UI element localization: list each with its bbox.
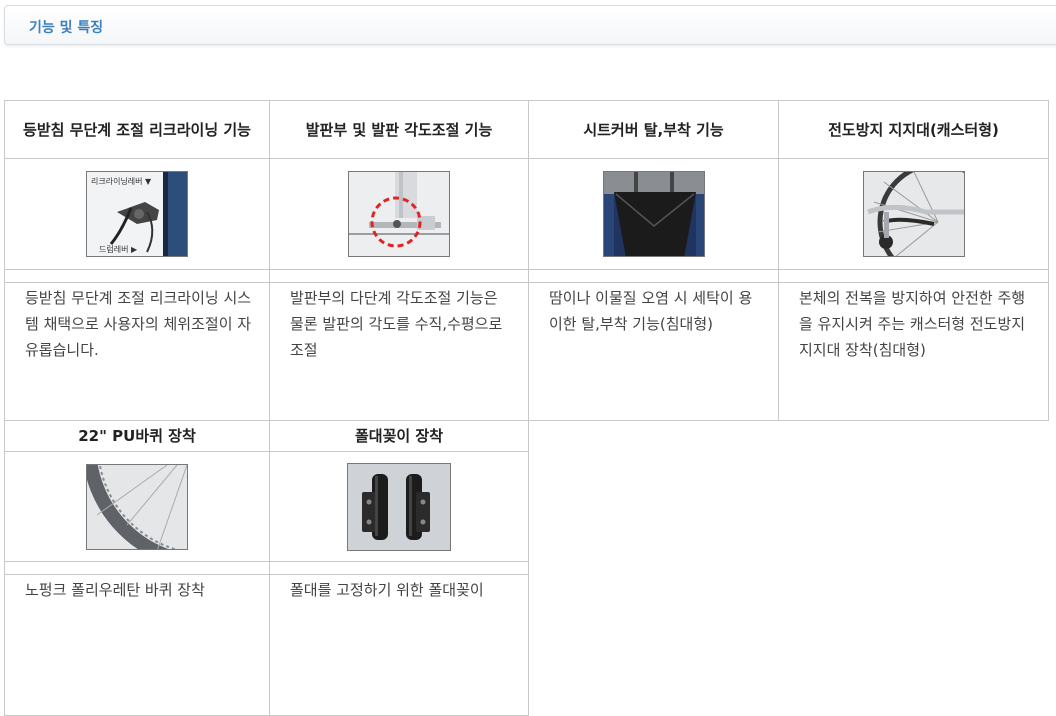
feature-title-pu-wheel: 22" PU바퀴 장착 <box>4 420 270 452</box>
feature-image-cell-pole-holder <box>269 451 529 562</box>
footrest-angle-photo-icon <box>348 171 450 257</box>
feature-image-cell-recline: 리크라이닝레버 ▼ 드럼레버 ▶ <box>4 158 270 270</box>
recline-lever-photo-icon: 리크라이닝레버 ▼ 드럼레버 ▶ <box>86 171 188 257</box>
feature-image-cell-footrest <box>269 158 529 270</box>
feature-description-anti-tip: 본체의 전복을 방지하여 안전한 주행을 유지시켜 주는 캐스터형 전도방지 지… <box>778 282 1049 421</box>
feature-description-pole-holder: 폴대를 고정하기 위한 폴대꽂이 <box>269 574 529 716</box>
anti-tip-caster-photo-icon <box>862 171 965 257</box>
row-spacer <box>4 561 270 575</box>
seat-cover-photo-icon <box>602 171 705 257</box>
row-spacer <box>269 269 529 283</box>
section-header: 기능 및 특징 <box>4 5 1056 45</box>
feature-description-footrest: 발판부의 다단계 각도조절 기능은 물론 발판의 각도를 수직,수평으로 조절 <box>269 282 529 421</box>
feature-title-anti-tip: 전도방지 지지대(캐스터형) <box>778 100 1049 159</box>
row-spacer <box>528 269 779 283</box>
row-spacer <box>4 269 270 283</box>
feature-image-cell-anti-tip <box>778 158 1049 270</box>
row-spacer <box>269 561 529 575</box>
pu-wheel-photo-icon <box>86 463 188 550</box>
feature-title-footrest: 발판부 및 발판 각도조절 기능 <box>269 100 529 159</box>
feature-image-cell-pu-wheel <box>4 451 270 562</box>
feature-description-pu-wheel: 노펑크 폴리우레탄 바퀴 장착 <box>4 574 270 716</box>
feature-title-seat-cover: 시트커버 탈,부착 기능 <box>528 100 779 159</box>
pole-holder-photo-icon <box>347 462 451 551</box>
feature-title-recline: 등받침 무단계 조절 리크라이닝 기능 <box>4 100 270 159</box>
svg-text:드럼레버 ▶: 드럼레버 ▶ <box>99 244 138 254</box>
row-spacer <box>778 269 1049 283</box>
feature-title-pole-holder: 폴대꽂이 장착 <box>269 420 529 452</box>
svg-text:리크라이닝레버 ▼: 리크라이닝레버 ▼ <box>91 176 152 186</box>
feature-image-cell-seat-cover <box>528 158 779 270</box>
feature-description-recline: 등받침 무단계 조절 리크라이닝 시스템 채택으로 사용자의 체위조절이 자유롭… <box>4 282 270 421</box>
section-title: 기능 및 특징 <box>29 20 104 36</box>
feature-description-seat-cover: 땀이나 이물질 오염 시 세탁이 용이한 탈,부착 기능(침대형) <box>528 282 779 421</box>
